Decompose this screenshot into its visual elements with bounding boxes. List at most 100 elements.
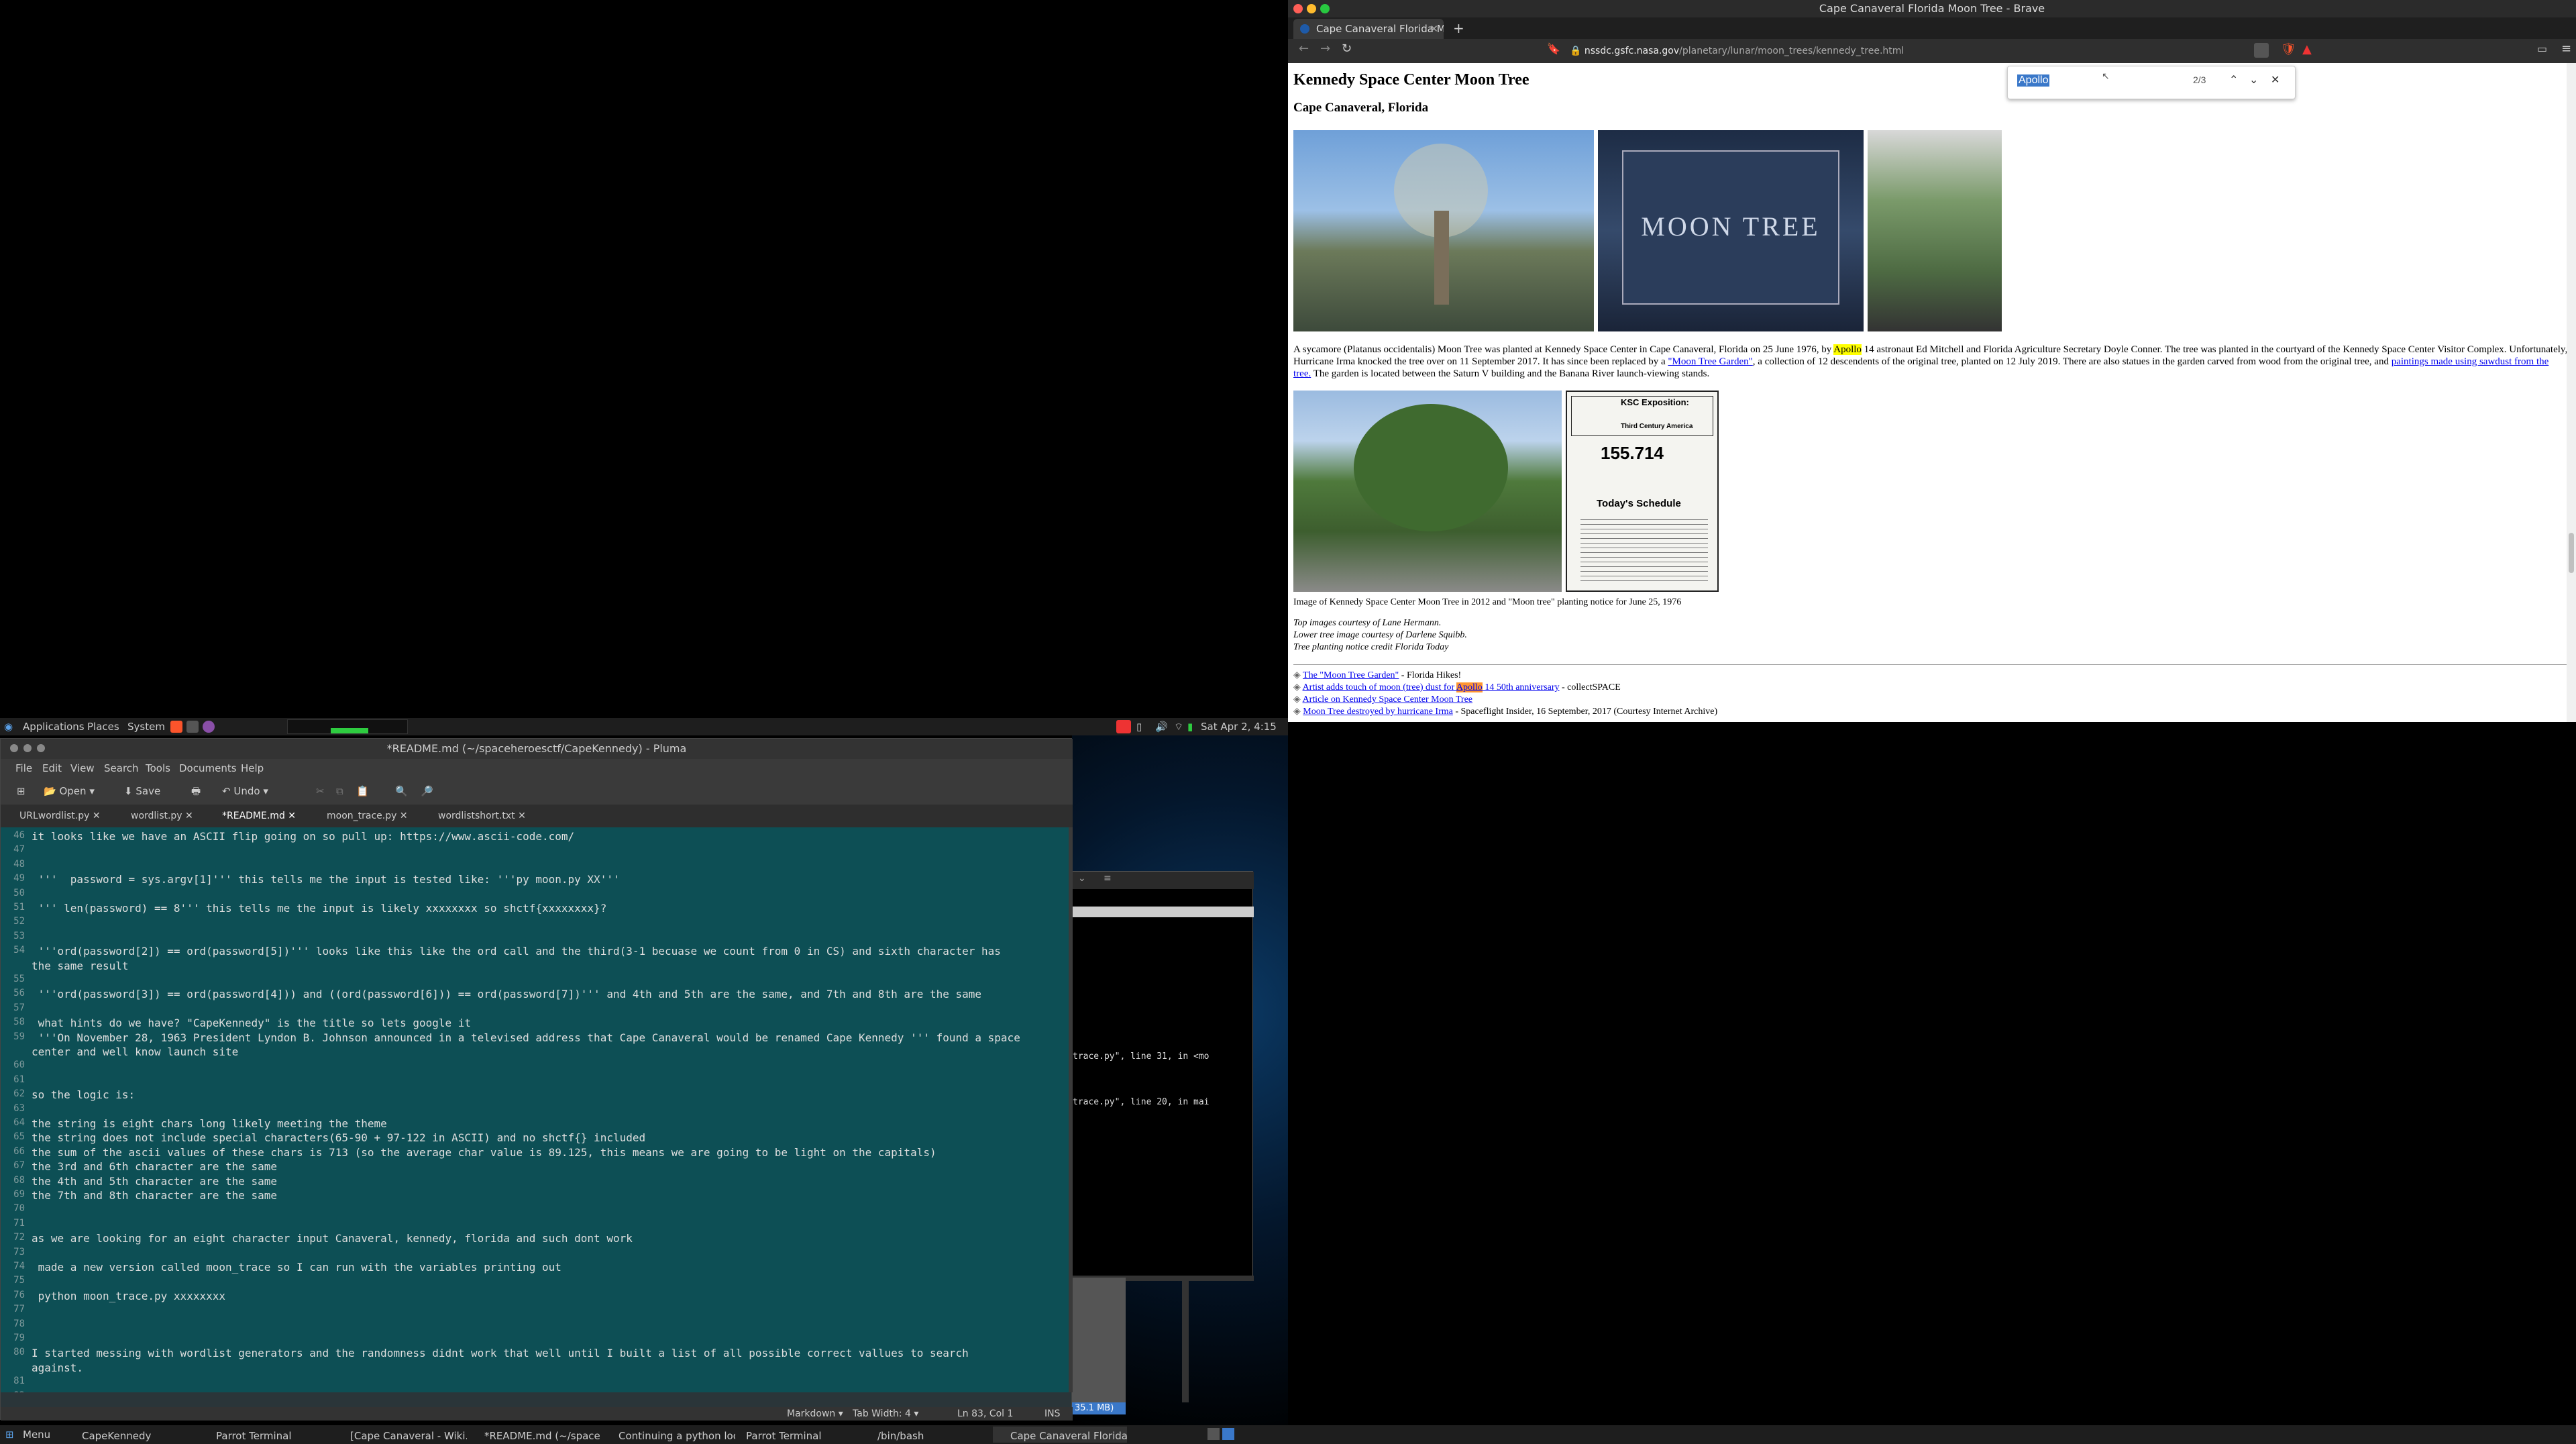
taskbar-item-active[interactable]: Cape Canaveral Florida ... (993, 1427, 1127, 1443)
text-line: made a new version called moon_trace so … (32, 1261, 561, 1274)
places-menu[interactable]: Places (87, 718, 119, 735)
new-tab-icon[interactable]: + (1453, 19, 1464, 38)
menu-file[interactable]: File (15, 759, 32, 778)
menu-edit[interactable]: Edit (42, 759, 62, 778)
notification-icon[interactable] (1116, 720, 1131, 733)
tab-moon-trace[interactable]: moon_trace.py ✕ (327, 805, 408, 827)
print-icon[interactable]: 🖶 (191, 778, 201, 805)
window-title: Cape Canaveral Florida Moon Tree - Brave (1819, 2, 2045, 15)
description-paragraph: A sycamore (Platanus occidentalis) Moon … (1293, 344, 2568, 379)
parrot-logo-icon[interactable]: ◉ (4, 718, 13, 735)
line-number: 53 (13, 930, 25, 941)
copy-icon[interactable]: ⧉ (336, 778, 343, 805)
taskbar-item[interactable]: [Cape Canaveral - Wiki... (333, 1427, 467, 1443)
line-number: 69 (13, 1189, 25, 1200)
tab-wordlist[interactable]: wordlist.py ✕ (131, 805, 193, 827)
minimize-window-button[interactable] (1307, 4, 1316, 13)
search-icon[interactable]: 🔍 (395, 778, 408, 805)
page-scrollbar[interactable] (2567, 63, 2576, 722)
menu-icon[interactable]: ⊞ (5, 1425, 14, 1444)
wallet-icon[interactable]: ▭ (2537, 42, 2547, 55)
browser-window: Cape Canaveral Florida Moon Tree - Brave… (1288, 0, 2576, 722)
line-number: 75 (13, 1275, 25, 1286)
hamburger-icon[interactable]: ≡ (1104, 873, 1112, 884)
taskbar-item[interactable]: Continuing a python loo... (601, 1427, 735, 1443)
page-subtitle: Cape Canaveral, Florida (1293, 101, 1429, 115)
find-close-icon[interactable]: ✕ (2271, 73, 2279, 87)
applications-menu[interactable]: Applications (23, 718, 85, 735)
find-prev-icon[interactable]: ⌃ (2229, 73, 2238, 87)
find-input[interactable]: Apollo (2017, 74, 2050, 87)
chevron-down-icon[interactable]: ⌄ (1078, 873, 1086, 884)
editor-scrollbar[interactable] (1069, 827, 1073, 1392)
moon-tree-photo-1 (1293, 130, 1594, 331)
save-button[interactable]: ⬇ Save (124, 778, 160, 805)
list-item: ◈ Artist adds touch of moon (tree) dust … (1293, 682, 1621, 692)
brave-shields-icon[interactable]: 🛡 (2281, 42, 2296, 56)
undo-button[interactable]: ↶ Undo ▾ (222, 778, 268, 805)
volume-icon[interactable]: 🔊 (1155, 718, 1168, 735)
pluma-editor-window: *README.md (~/spaceheroesctf/CapeKennedy… (0, 738, 1073, 1421)
taskbar-item[interactable]: Parrot Terminal (729, 1427, 856, 1443)
moon-tree-garden-link[interactable]: "Moon Tree Garden" (1668, 356, 1752, 367)
menu-bar: File Edit View Search Tools Documents He… (1, 759, 1073, 778)
links-list: ◈ The "Moon Tree Garden" - Florida Hikes… (1293, 670, 1717, 718)
language-selector[interactable]: Markdown ▾ (787, 1407, 843, 1421)
url-bar[interactable]: 🔒 nssdc.gsfc.nasa.gov/planetary/lunar/mo… (1570, 42, 2241, 60)
app-launcher-icon[interactable] (203, 721, 215, 733)
tab-readme-active[interactable]: *README.md ✕ (222, 805, 296, 827)
undo-icon: ↶ (222, 785, 231, 797)
maximize-window-button[interactable] (1320, 4, 1330, 13)
menu-button[interactable]: Menu (23, 1425, 50, 1444)
back-icon[interactable]: ← (1299, 42, 1309, 56)
maximize-window-button[interactable] (37, 744, 45, 752)
cursor-position: Ln 83, Col 1 (957, 1408, 1014, 1419)
tab-width-selector[interactable]: Tab Width: 4 ▾ (853, 1407, 918, 1421)
menu-tools[interactable]: Tools (146, 759, 170, 778)
taskbar-item[interactable]: CapeKennedy (64, 1427, 192, 1443)
workspace-switcher-1[interactable] (1208, 1428, 1220, 1440)
tab-close-icon[interactable]: ✕ (1430, 19, 1438, 39)
paste-icon[interactable]: 📋 (356, 778, 369, 805)
wifi-icon[interactable]: ⌔ (1174, 718, 1183, 735)
tab-urlwordlist[interactable]: URLwordlist.py ✕ (19, 805, 101, 827)
reader-mode-icon[interactable] (2254, 43, 2269, 58)
menu-view[interactable]: View (70, 759, 95, 778)
minimize-window-button[interactable] (23, 744, 32, 752)
battery-icon[interactable]: ▮ (1187, 718, 1193, 735)
close-window-button[interactable] (10, 744, 18, 752)
list-item: ◈ The "Moon Tree Garden" - Florida Hikes… (1293, 670, 1462, 680)
menu-help[interactable]: Help (241, 759, 264, 778)
tab-active[interactable]: Cape Canaveral Florida Mo ✕ (1293, 19, 1444, 39)
text-line: '''On November 28, 1963 President Lyndon… (32, 1031, 1020, 1044)
taskbar-item[interactable]: *README.md (~/space... (467, 1427, 601, 1443)
brave-launcher-icon[interactable] (170, 721, 182, 733)
memory-badge: 35.1 MB) (1072, 1402, 1126, 1414)
tab-wordlistshort[interactable]: wordlistshort.txt ✕ (438, 805, 526, 827)
taskbar-item[interactable]: /bin/bash (860, 1427, 987, 1443)
close-window-button[interactable] (1293, 4, 1303, 13)
terminal-launcher-icon[interactable] (186, 721, 199, 733)
network-icon[interactable]: ▯ (1136, 718, 1142, 735)
line-number: 71 (13, 1217, 25, 1229)
tab-strip: Cape Canaveral Florida Mo ✕ + (1288, 17, 2576, 39)
menu-search[interactable]: Search (104, 759, 139, 778)
reload-icon[interactable]: ↻ (1342, 42, 1352, 56)
menu-icon[interactable]: ≡ (2561, 42, 2571, 56)
find-next-icon[interactable]: ⌄ (2249, 73, 2258, 87)
text-line: against. (32, 1361, 84, 1374)
brave-rewards-icon[interactable]: ▲ (2302, 42, 2312, 56)
new-file-icon[interactable]: ⊞ (17, 778, 25, 805)
cut-icon[interactable]: ✂ (316, 778, 325, 805)
system-menu[interactable]: System (127, 718, 165, 735)
line-number: 54 (13, 945, 25, 956)
taskbar-item[interactable]: Parrot Terminal (199, 1427, 326, 1443)
text-area[interactable]: 46 it looks like we have an ASCII flip go… (1, 827, 1069, 1392)
replace-icon[interactable]: 🔎 (421, 778, 433, 805)
workspace-switcher-2[interactable] (1222, 1428, 1234, 1440)
bookmark-icon[interactable]: 🔖 (1547, 42, 1560, 55)
menu-documents[interactable]: Documents (179, 759, 237, 778)
forward-icon[interactable]: → (1320, 42, 1330, 56)
panel-fragment (1182, 1278, 1189, 1402)
open-button[interactable]: 📂 Open ▾ (44, 778, 95, 805)
